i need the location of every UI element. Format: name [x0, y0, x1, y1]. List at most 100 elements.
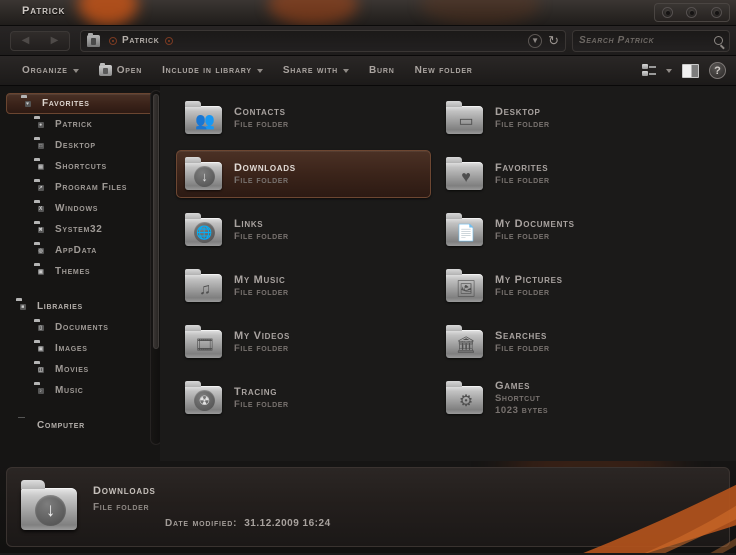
open-button[interactable]: Open — [89, 60, 152, 82]
sidebar-item-computer[interactable]: Computer — [0, 415, 160, 436]
share-with-button[interactable]: Share with — [273, 60, 359, 82]
details-date-value: 31.12.2009 16:24 — [244, 518, 331, 529]
details-content: ↓ Downloads File folder Date modified: 3… — [6, 467, 730, 547]
explorer-body: ♥ Favorites ● Patrick □ Desktop ▤ Shortc… — [0, 86, 736, 461]
file-item-games[interactable]: ⚙ Games Shortcut 1023 bytes — [437, 374, 730, 422]
file-item-links[interactable]: 🌐 Links File folder — [176, 206, 431, 254]
toolbar-right-group: ? — [642, 62, 736, 79]
file-item-favorites[interactable]: ♥ Favorites File folder — [437, 150, 730, 198]
organize-button[interactable]: Organize — [12, 60, 89, 82]
sidebar-item-themes[interactable]: ▣ Themes — [0, 261, 160, 282]
address-folder-icon — [87, 32, 100, 47]
sidebar-item-favorites[interactable]: ♥ Favorites — [6, 93, 154, 114]
view-mode-icon[interactable] — [642, 64, 656, 77]
sidebar-item-system32[interactable]: ✖ System32 — [0, 219, 160, 240]
file-type: File folder — [234, 231, 289, 242]
file-item-tracing[interactable]: ☢ Tracing File folder — [176, 374, 431, 422]
view-tile-1 — [642, 64, 648, 69]
forward-icon[interactable]: ▶ — [51, 35, 59, 46]
file-type: File folder — [495, 287, 550, 298]
file-item-text: Desktop File folder — [495, 106, 550, 130]
help-icon[interactable]: ? — [709, 62, 726, 79]
file-type: File folder — [495, 119, 550, 130]
maximize-button[interactable] — [686, 7, 698, 18]
file-grid: 👥 Contacts File folder ▭ Desktop File fo… — [176, 94, 730, 422]
sidebar-label: Documents — [55, 322, 109, 333]
folder-games-icon: ⚙ — [446, 381, 483, 414]
sidebar-item-patrick[interactable]: ● Patrick — [0, 114, 160, 135]
chevron-down-icon[interactable]: ▼ — [528, 33, 543, 48]
sidebar-item-images[interactable]: ▣ Images — [0, 338, 160, 359]
details-text: Downloads File folder Date modified: 31.… — [93, 485, 331, 529]
view-mode-chevron-down-icon[interactable] — [666, 68, 672, 73]
file-item-searches[interactable]: 🏛 Searches File folder — [437, 318, 730, 366]
folder-tracing-icon: ☢ — [185, 381, 222, 414]
sidebar-label: Movies — [55, 364, 89, 375]
sidebar-scrollbar[interactable] — [150, 90, 160, 445]
sidebar-item-music[interactable]: ♪ Music — [0, 380, 160, 401]
file-name: Tracing — [234, 386, 278, 398]
file-item-my-pictures[interactable]: 🖼 My Pictures File folder — [437, 262, 730, 310]
view-line-2 — [649, 72, 656, 75]
close-button[interactable] — [711, 7, 723, 18]
file-name: My Music — [234, 274, 286, 286]
address-input[interactable]: Patrick ▼ ↻ — [80, 29, 566, 52]
search-input[interactable]: Search Patrick — [579, 35, 714, 46]
sidebar-item-libraries[interactable]: ■ Libraries — [0, 296, 160, 317]
breadcrumb-separator-icon — [109, 36, 117, 45]
breadcrumb-patrick[interactable]: Patrick — [122, 35, 160, 46]
sidebar-item-windows[interactable]: X Windows — [0, 198, 160, 219]
open-label: Open — [116, 65, 143, 76]
navigation-pane: ♥ Favorites ● Patrick □ Desktop ▤ Shortc… — [0, 86, 160, 461]
chevron-down-icon — [72, 68, 79, 73]
include-label: Include in library — [162, 65, 252, 76]
file-item-text: My Documents File folder — [495, 218, 575, 242]
tracing-glyph: ☢ — [194, 390, 215, 411]
sidebar-scrollbar-thumb[interactable] — [153, 94, 159, 349]
address-actions: ▼ ↻ — [528, 33, 559, 48]
refresh-icon[interactable]: ↻ — [548, 34, 559, 47]
search-box[interactable]: Search Patrick — [572, 29, 730, 52]
sidebar-label: Music — [55, 385, 84, 396]
burn-button[interactable]: Burn — [359, 60, 405, 82]
library-music-icon: ♪ — [38, 387, 44, 394]
file-item-desktop[interactable]: ▭ Desktop File folder — [437, 94, 730, 142]
file-name: Games — [495, 380, 531, 392]
file-item-text: Contacts File folder — [234, 106, 289, 130]
sidebar-item-documents[interactable]: ▯ Documents — [0, 317, 160, 338]
sidebar-label: Computer — [37, 420, 85, 431]
file-item-my-videos[interactable]: 🎞 My Videos File folder — [176, 318, 431, 366]
folder-favorites-icon: ♥ — [446, 157, 483, 190]
file-type: File folder — [234, 287, 289, 298]
file-item-text: Tracing File folder — [234, 386, 289, 410]
new-folder-button[interactable]: New folder — [405, 60, 483, 82]
sidebar-item-program-files[interactable]: ↗ Program Files — [0, 177, 160, 198]
include-in-library-button[interactable]: Include in library — [152, 60, 273, 82]
folder-downloads-icon: ↓ — [21, 480, 77, 532]
sidebar-item-appdata[interactable]: ◎ AppData — [0, 240, 160, 261]
sidebar-item-movies[interactable]: ◫ Movies — [0, 359, 160, 380]
file-type: File folder — [234, 119, 289, 130]
folder-documents-icon: 📄 — [446, 213, 483, 246]
title-glow-accent — [78, 0, 138, 25]
file-item-my-documents[interactable]: 📄 My Documents File folder — [437, 206, 730, 254]
file-item-downloads[interactable]: ↓ Downloads File folder — [176, 150, 431, 198]
file-item-contacts[interactable]: 👥 Contacts File folder — [176, 94, 431, 142]
back-icon[interactable]: ◀ — [22, 35, 30, 46]
file-name: My Documents — [495, 218, 575, 230]
file-name: My Pictures — [495, 274, 563, 286]
details-type: File folder — [93, 502, 150, 513]
sidebar-item-shortcuts[interactable]: ▤ Shortcuts — [0, 156, 160, 177]
preview-pane-icon[interactable] — [682, 63, 699, 78]
desktop-glyph: ▭ — [458, 112, 474, 130]
file-item-text: My Pictures File folder — [495, 274, 563, 298]
file-item-my-music[interactable]: ♫ My Music File folder — [176, 262, 431, 310]
file-type: File folder — [495, 231, 550, 242]
view-tile-2 — [642, 71, 648, 76]
file-name: Searches — [495, 330, 548, 342]
file-item-text: Games Shortcut 1023 bytes — [495, 380, 548, 416]
library-documents-icon: ▯ — [38, 324, 44, 331]
sidebar-item-desktop[interactable]: □ Desktop — [0, 135, 160, 156]
sidebar-label: Libraries — [37, 301, 83, 312]
minimize-button[interactable] — [661, 7, 673, 18]
